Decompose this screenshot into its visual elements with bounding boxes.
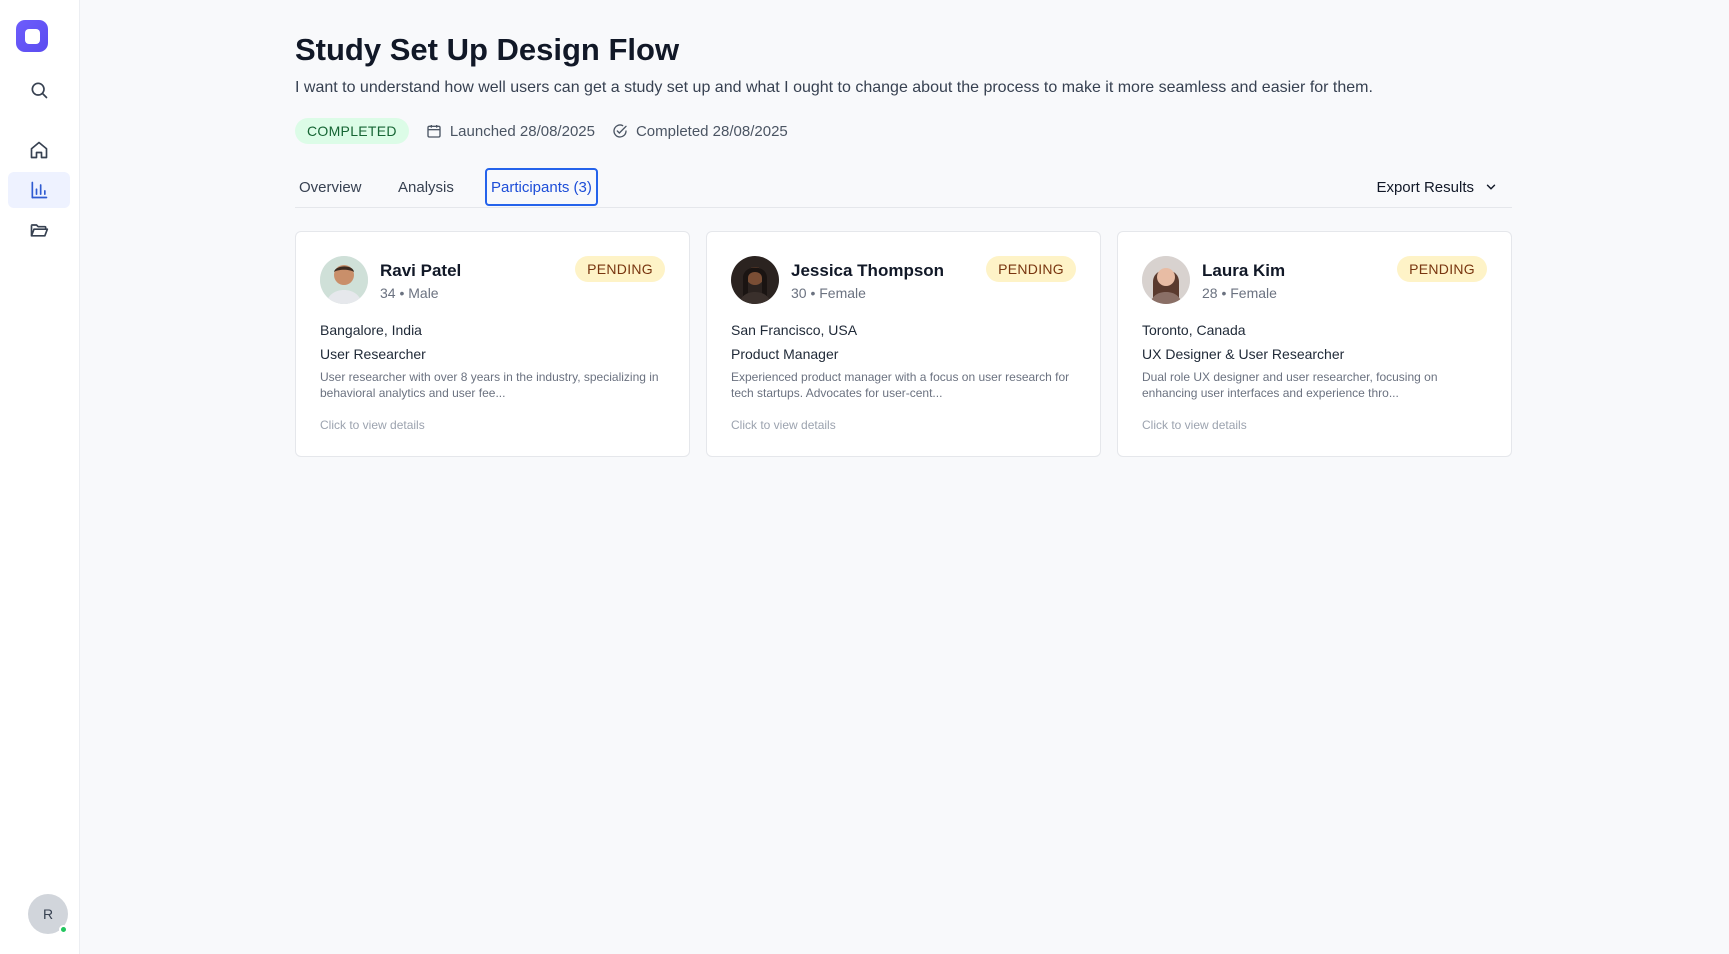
folder-icon[interactable] bbox=[8, 212, 70, 248]
completed-date-text: Completed 28/08/2025 bbox=[635, 122, 788, 140]
status-badge: PENDING bbox=[986, 256, 1076, 282]
participant-role: Product Manager bbox=[731, 346, 839, 362]
user-avatar[interactable]: R bbox=[28, 894, 68, 934]
status-badge: PENDING bbox=[575, 256, 665, 282]
home-icon[interactable] bbox=[8, 132, 70, 168]
study-meta: COMPLETED Launched 28/08/2025 Completed … bbox=[295, 118, 788, 144]
view-details-hint: Click to view details bbox=[731, 418, 836, 432]
participant-name: Ravi Patel bbox=[380, 261, 462, 280]
export-results-button[interactable]: Export Results bbox=[1376, 168, 1498, 206]
participant-card[interactable]: Laura Kim 28 • Female PENDING Toronto, C… bbox=[1117, 231, 1512, 457]
status-badge: PENDING bbox=[1397, 256, 1487, 282]
participant-avatar bbox=[320, 256, 368, 304]
tab-overview[interactable]: Overview bbox=[295, 168, 366, 206]
app-logo[interactable] bbox=[16, 20, 48, 52]
bar-chart-icon[interactable] bbox=[8, 172, 70, 208]
participant-bio: Dual role UX designer and user researche… bbox=[1142, 370, 1438, 400]
participant-avatar bbox=[1142, 256, 1190, 304]
participant-card[interactable]: Ravi Patel 34 • Male PENDING Bangalore, … bbox=[295, 231, 690, 457]
participant-card[interactable]: Jessica Thompson 30 • Female PENDING San… bbox=[706, 231, 1101, 457]
calendar-icon bbox=[427, 125, 441, 138]
tab-bar: Overview Analysis Participants (3) Expor… bbox=[295, 168, 1512, 208]
completed-date: Completed 28/08/2025 bbox=[612, 123, 788, 140]
page-title: Study Set Up Design Flow bbox=[295, 32, 680, 67]
participant-name: Jessica Thompson bbox=[791, 261, 945, 280]
participant-location: Bangalore, India bbox=[320, 322, 422, 338]
participant-demographics: 28 • Female bbox=[1202, 285, 1277, 301]
participant-location: San Francisco, USA bbox=[731, 322, 858, 338]
view-details-hint: Click to view details bbox=[1142, 418, 1247, 432]
participant-demographics: 34 • Male bbox=[380, 285, 439, 301]
participant-role: UX Designer & User Researcher bbox=[1142, 346, 1345, 362]
study-description: I want to understand how well users can … bbox=[295, 79, 1373, 96]
participant-avatar bbox=[731, 256, 779, 304]
tab-participants[interactable]: Participants (3) bbox=[485, 168, 598, 206]
launched-date-text: Launched 28/08/2025 bbox=[449, 122, 595, 140]
participant-location: Toronto, Canada bbox=[1142, 322, 1246, 338]
chevron-down-icon bbox=[1486, 184, 1496, 190]
search-icon[interactable] bbox=[8, 72, 70, 108]
view-details-hint: Click to view details bbox=[320, 418, 425, 432]
participant-demographics: 30 • Female bbox=[791, 285, 866, 301]
check-circle-icon bbox=[613, 124, 627, 138]
tab-analysis[interactable]: Analysis bbox=[394, 168, 458, 206]
participant-role: User Researcher bbox=[320, 346, 426, 362]
status-badge: COMPLETED bbox=[295, 118, 409, 144]
participant-bio: Experienced product manager with a focus… bbox=[731, 370, 1070, 400]
export-results-label: Export Results bbox=[1376, 178, 1474, 196]
participant-bio: User researcher with over 8 years in the… bbox=[320, 370, 659, 400]
launched-date: Launched 28/08/2025 bbox=[426, 123, 595, 140]
sidebar: R bbox=[0, 0, 80, 954]
participant-name: Laura Kim bbox=[1202, 261, 1286, 280]
user-avatar-initial: R bbox=[42, 906, 54, 922]
online-status-dot bbox=[59, 925, 68, 934]
participant-list: Ravi Patel 34 • Male PENDING Bangalore, … bbox=[295, 231, 1512, 457]
